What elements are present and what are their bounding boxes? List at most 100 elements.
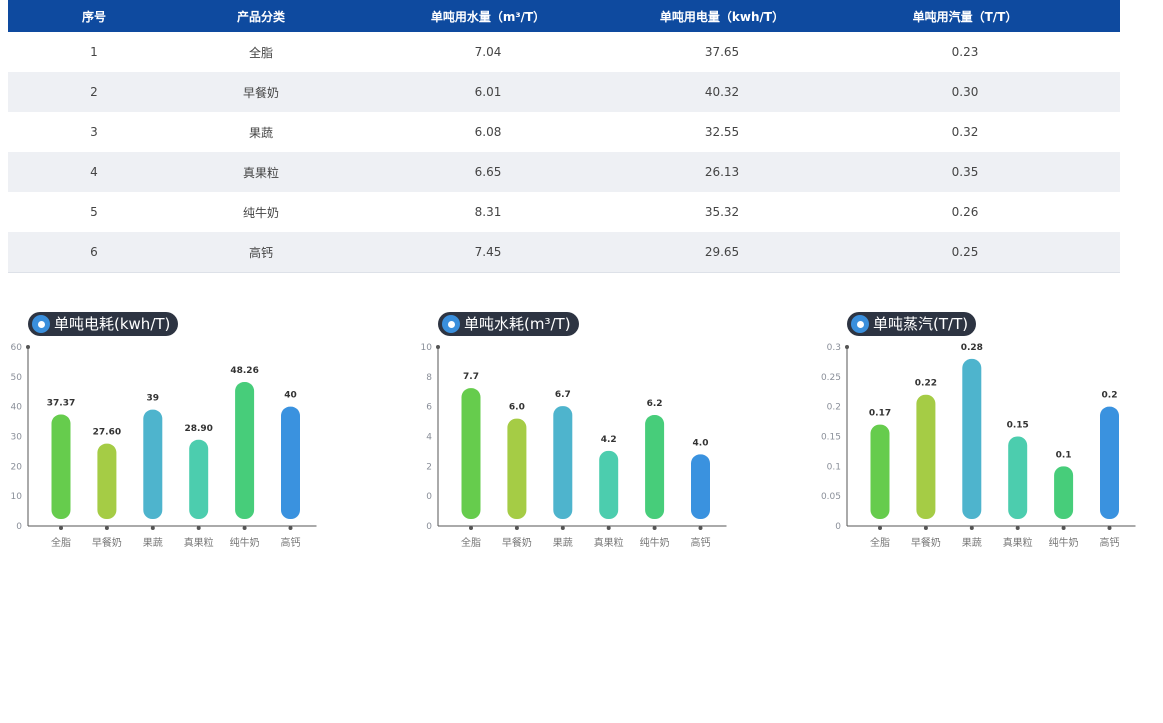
x-tick-dot: [698, 526, 703, 530]
x-tick-dot: [514, 526, 519, 530]
cell-steam: 0.30: [810, 72, 1120, 112]
y-tick-label: 60: [11, 343, 23, 353]
x-tick-dot: [469, 526, 473, 530]
cell-electricity: 40.32: [634, 72, 810, 112]
data-label: 6.7: [555, 390, 571, 400]
cell-water: 6.01: [342, 72, 634, 112]
cell-electricity: 32.55: [704, 125, 740, 139]
table-row: 2 早餐奶 6.01 40.32 0.30: [8, 72, 1120, 112]
y-tick-label: 0: [426, 522, 432, 532]
bar: [962, 358, 982, 519]
x-tick-label: 高钙: [1100, 536, 1120, 549]
water-chart-panel: 单吨水耗(m³/T) 0 0 2 4 6 8 10 7.7 全脂 6.0 早餐奶 6.7 果蔬 4.2 真果…: [421, 312, 738, 562]
y-axis-end-dot: [26, 345, 30, 349]
bar: [916, 394, 936, 519]
bar: [1054, 466, 1074, 519]
data-label: 0.15: [1007, 421, 1029, 431]
y-tick-label: 4: [426, 433, 432, 443]
header-steam: 单吨用汽量（T/T）: [810, 0, 1120, 32]
bar: [281, 406, 300, 519]
cell-water: 7.45: [342, 232, 634, 273]
data-label: 40: [284, 391, 297, 401]
x-tick-dot: [196, 526, 201, 530]
cell-category: 真果粒: [180, 152, 342, 192]
y-tick-label: 10: [421, 343, 433, 353]
data-label: 6.0: [509, 403, 525, 413]
electricity-chart-panel: 单吨电耗(kwh/T) 0 10 20 30 40 50 60 37.37 全脂 27.60 早餐奶…: [11, 312, 328, 562]
bar: [97, 443, 117, 519]
y-tick-label: 6: [426, 403, 432, 413]
cell-index: 6: [8, 232, 180, 273]
steam-bar-chart: 0 0.05 0.1 0.15 0.2 0.25 0.3 0.17 全脂 0.22 早餐奶 0.28 果…: [821, 343, 1136, 549]
y-tick-label: 20: [11, 462, 23, 472]
bar: [1100, 406, 1119, 519]
x-tick-label: 真果粒: [1003, 536, 1033, 549]
bar: [691, 454, 710, 519]
cell-index: 3: [90, 125, 98, 139]
cell-electricity: 29.65: [634, 232, 810, 273]
bar: [553, 406, 573, 519]
y-axis-end-dot: [845, 345, 849, 349]
x-tick-label: 早餐奶: [911, 536, 941, 549]
electricity-bar-chart: 0 10 20 30 40 50 60 37.37 全脂 27.60 早餐奶 39 果蔬 28.90 真果粒…: [11, 343, 317, 549]
bar: [507, 418, 527, 519]
bar: [870, 424, 890, 519]
x-tick-label: 果蔬: [143, 537, 163, 549]
y-tick-label: 0: [835, 522, 841, 532]
header-index: 序号: [8, 0, 180, 32]
x-tick-label: 果蔬: [553, 537, 573, 549]
cell-index: 4: [8, 152, 180, 192]
table-header-row: 序号 产品分类 单吨用水量（m³/T） 单吨用电量（kwh/T） 单吨用汽量（T…: [8, 0, 1120, 32]
x-tick-label: 纯牛奶: [1049, 536, 1079, 549]
y-tick-label: 2: [426, 462, 432, 472]
x-tick-dot: [560, 526, 565, 530]
data-label: 28.90: [184, 424, 212, 434]
x-tick-label: 真果粒: [594, 536, 624, 549]
y-tick-label: 40: [11, 403, 23, 413]
y-tick-label: 8: [426, 373, 432, 383]
x-tick-dot: [59, 526, 63, 530]
x-tick-label: 早餐奶: [92, 536, 122, 549]
data-label: 39: [147, 394, 160, 404]
x-tick-label: 高钙: [691, 536, 711, 549]
data-label: 7.7: [463, 372, 479, 382]
bar: [143, 409, 163, 519]
x-tick-dot: [878, 526, 882, 530]
x-tick-dot: [606, 526, 611, 530]
y-tick-label: 30: [11, 433, 23, 443]
y-tick-label: 0.2: [827, 403, 841, 413]
cell-index: 2: [8, 72, 180, 112]
x-tick-label: 果蔬: [962, 537, 982, 549]
x-tick-dot: [150, 526, 155, 530]
data-label: 0.1: [1056, 450, 1072, 460]
x-tick-dot: [923, 526, 928, 530]
y-tick-label: 0.05: [821, 492, 841, 502]
cell-category: 全脂: [248, 45, 273, 60]
cell-category: 早餐奶: [180, 72, 342, 112]
bar: [645, 415, 665, 519]
cell-index: 1: [90, 45, 98, 59]
data-label: 37.37: [47, 399, 75, 409]
x-tick-label: 高钙: [281, 536, 301, 549]
x-tick-dot: [1107, 526, 1112, 530]
header-category: 产品分类: [180, 0, 342, 32]
cell-water: 8.31: [474, 205, 502, 219]
cell-electricity: 35.32: [704, 205, 740, 219]
water-bar-chart: 0 0 2 4 6 8 10 7.7 全脂 6.0 早餐奶 6.7 果蔬 4.2 真果粒 6.2 纯牛奶 4.0 高…: [421, 343, 727, 549]
bar: [51, 414, 71, 519]
data-label: 4.2: [601, 435, 617, 445]
x-tick-label: 早餐奶: [502, 536, 532, 549]
bar: [189, 439, 209, 519]
bar: [235, 382, 255, 519]
cell-water: 7.04: [474, 45, 502, 59]
cell-category: 果蔬: [248, 125, 273, 140]
consumption-table: 序号 产品分类 单吨用水量（m³/T） 单吨用电量（kwh/T） 单吨用汽量（T…: [8, 0, 1120, 273]
data-label: 27.60: [93, 428, 121, 438]
x-tick-label: 全脂: [51, 536, 71, 549]
y-tick-label: 10: [11, 492, 23, 502]
cell-steam: 0.25: [810, 232, 1120, 273]
x-tick-label: 真果粒: [184, 536, 214, 549]
x-tick-label: 纯牛奶: [230, 536, 260, 549]
cell-steam: 0.23: [951, 45, 979, 59]
y-tick-label: 0: [426, 492, 432, 502]
